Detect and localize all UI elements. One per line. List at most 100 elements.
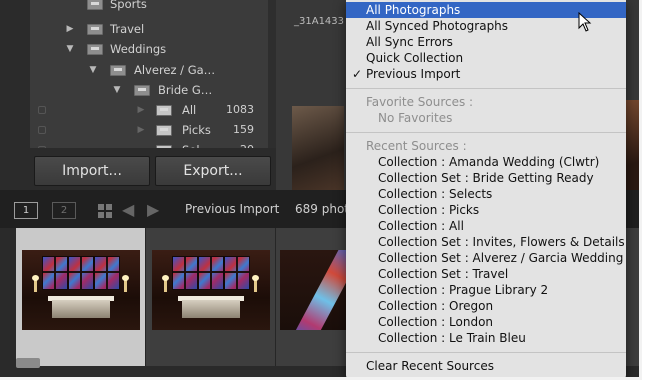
candle bbox=[32, 275, 39, 292]
menu-item-recent-source[interactable]: Collection Set : Bride Getting Ready bbox=[346, 170, 626, 186]
menu-item-recent-source[interactable]: Collection : Amanda Wedding (Clwtr) bbox=[346, 154, 626, 170]
collection-icon bbox=[156, 145, 172, 148]
filmstrip-scrollbar[interactable] bbox=[16, 358, 40, 368]
menu-item-no-favorites: No Favorites bbox=[346, 110, 626, 126]
photo-thumbnail bbox=[22, 250, 140, 330]
menu-item-clear-recent-sources[interactable]: Clear Recent Sources bbox=[346, 358, 626, 374]
menu-item-label: Quick Collection bbox=[366, 51, 464, 65]
menu-item-label: Collection Set : Bride Getting Ready bbox=[378, 171, 594, 185]
grid-view-icon[interactable] bbox=[98, 204, 112, 218]
collection-set-icon bbox=[87, 0, 103, 10]
menu-separator bbox=[346, 132, 626, 133]
collection-set-icon bbox=[110, 65, 126, 76]
tree-item-selects[interactable]: Sel… 20 bbox=[30, 140, 268, 148]
menu-separator bbox=[346, 352, 626, 353]
collection-set-icon bbox=[134, 85, 150, 96]
menu-item-label: Collection Set : Travel bbox=[378, 267, 509, 281]
stained-glass-window bbox=[68, 256, 94, 290]
menu-item-label: Collection : Prague Library 2 bbox=[378, 283, 549, 297]
tree-item-label: Sel… bbox=[182, 140, 211, 148]
lightroom-window: Sports ▶ Travel ▼ Weddings ▼ Alverez / G… bbox=[0, 0, 642, 380]
stained-glass-window bbox=[198, 256, 224, 290]
back-arrow-icon[interactable]: ◀ bbox=[122, 200, 134, 219]
candle bbox=[162, 275, 169, 292]
tree-item-alverez-garcia[interactable]: ▼ Alverez / Ga… bbox=[30, 60, 268, 80]
grid-thumbnail[interactable] bbox=[292, 106, 344, 190]
menu-item-recent-source[interactable]: Collection : Oregon bbox=[346, 298, 626, 314]
altar bbox=[52, 300, 110, 318]
thumbnail-filename: _31A1433 bbox=[294, 16, 345, 27]
expand-arrow-icon[interactable]: ▶ bbox=[65, 19, 75, 39]
tree-item-weddings[interactable]: ▼ Weddings bbox=[30, 39, 268, 59]
menu-item-label: Collection : Oregon bbox=[378, 299, 494, 313]
menu-item-recent-source[interactable]: Collection : Prague Library 2 bbox=[346, 282, 626, 298]
menu-item-recent-source[interactable]: Collection Set : Travel bbox=[346, 266, 626, 282]
tree-item-label: Travel bbox=[110, 22, 145, 36]
menu-item-quick-collection[interactable]: Quick Collection bbox=[346, 50, 626, 66]
menu-item-recent-source[interactable]: Collection : London bbox=[346, 314, 626, 330]
tree-item-label: Alverez / Ga… bbox=[134, 63, 216, 77]
menu-separator bbox=[346, 88, 626, 89]
menu-item-recent-source[interactable]: Collection Set : Alverez / Garcia Weddin… bbox=[346, 250, 626, 266]
menu-item-label: Collection : London bbox=[378, 315, 494, 329]
menu-item-label: Collection : Picks bbox=[378, 203, 480, 217]
collapse-arrow-icon[interactable]: ▼ bbox=[65, 39, 75, 59]
menu-item-all-sync-errors[interactable]: All Sync Errors bbox=[346, 34, 626, 50]
menu-heading-recent-sources: Recent Sources : bbox=[346, 138, 626, 154]
photo-count: 20 bbox=[240, 140, 254, 148]
tree-item-picks[interactable]: ▶ Picks 159 bbox=[30, 120, 268, 140]
photo-count: 1083 bbox=[226, 103, 254, 116]
menu-item-label: Collection Set : Alverez / Garcia Weddin… bbox=[378, 251, 624, 265]
menu-item-previous-import[interactable]: ✓ Previous Import bbox=[346, 66, 626, 82]
menu-item-label: Previous Import bbox=[366, 67, 461, 81]
collapse-arrow-icon[interactable]: ▼ bbox=[112, 80, 122, 100]
collections-tree: Sports ▶ Travel ▼ Weddings ▼ Alverez / G… bbox=[30, 0, 268, 148]
panel-scrollbar[interactable] bbox=[268, 0, 276, 148]
stained-glass-window bbox=[42, 256, 68, 290]
menu-item-label: All Sync Errors bbox=[366, 35, 453, 49]
target-checkbox[interactable] bbox=[38, 126, 46, 134]
expand-arrow-icon: ▶ bbox=[137, 125, 145, 135]
collapse-arrow-icon[interactable]: ▼ bbox=[88, 60, 98, 80]
stained-glass-window bbox=[224, 256, 250, 290]
menu-item-recent-source[interactable]: Collection : Le Train Bleu bbox=[346, 330, 626, 346]
tree-item-all[interactable]: ▶ All 1083 bbox=[30, 100, 268, 120]
menu-heading-favorite-sources: Favorite Sources : bbox=[346, 94, 626, 110]
collection-set-icon bbox=[87, 44, 103, 55]
menu-item-label: No Favorites bbox=[378, 111, 453, 125]
menu-item-label: Collection : Selects bbox=[378, 187, 493, 201]
menu-item-label: Recent Sources : bbox=[366, 139, 467, 153]
expand-arrow-icon: ▶ bbox=[137, 105, 145, 115]
target-checkbox[interactable] bbox=[38, 106, 46, 114]
export-button[interactable]: Export... bbox=[155, 156, 271, 186]
menu-item-label: Clear Recent Sources bbox=[366, 359, 494, 373]
menu-item-recent-source[interactable]: Collection : Picks bbox=[346, 202, 626, 218]
candle bbox=[122, 275, 129, 292]
tree-item-label: All bbox=[182, 103, 197, 117]
tree-item-sports[interactable]: Sports bbox=[30, 0, 268, 14]
tree-item-travel[interactable]: ▶ Travel bbox=[30, 19, 268, 39]
stained-glass-window bbox=[172, 256, 198, 290]
tree-item-label: Picks bbox=[182, 123, 211, 137]
target-checkbox[interactable] bbox=[38, 146, 46, 148]
menu-item-recent-source[interactable]: Collection : All bbox=[346, 218, 626, 234]
menu-item-label: Favorite Sources : bbox=[366, 95, 474, 109]
stained-glass-window bbox=[94, 256, 120, 290]
filmstrip-source-menu: All Photographs All Synced Photographs A… bbox=[346, 0, 626, 377]
menu-item-recent-source[interactable]: Collection : Selects bbox=[346, 186, 626, 202]
photo-count: 159 bbox=[233, 123, 254, 136]
collection-icon bbox=[156, 125, 172, 136]
tree-item-bride-getting-ready[interactable]: ▼ Bride G… bbox=[30, 80, 268, 100]
forward-arrow-icon[interactable]: ▶ bbox=[147, 200, 159, 219]
tree-item-label: Weddings bbox=[110, 42, 167, 56]
filmstrip-thumbnail-cell[interactable] bbox=[146, 228, 276, 366]
menu-item-recent-source[interactable]: Collection Set : Invites, Flowers & Deta… bbox=[346, 234, 626, 250]
collection-icon bbox=[156, 105, 172, 116]
primary-window-button[interactable]: 1 bbox=[14, 202, 38, 219]
menu-item-label: All Photographs bbox=[366, 3, 461, 17]
menu-item-label: Collection : All bbox=[378, 219, 464, 233]
secondary-window-button[interactable]: 2 bbox=[52, 202, 76, 219]
import-button[interactable]: Import... bbox=[34, 156, 150, 186]
filmstrip-source-label[interactable]: Previous Import bbox=[185, 202, 279, 216]
filmstrip-thumbnail-cell[interactable] bbox=[16, 228, 146, 366]
